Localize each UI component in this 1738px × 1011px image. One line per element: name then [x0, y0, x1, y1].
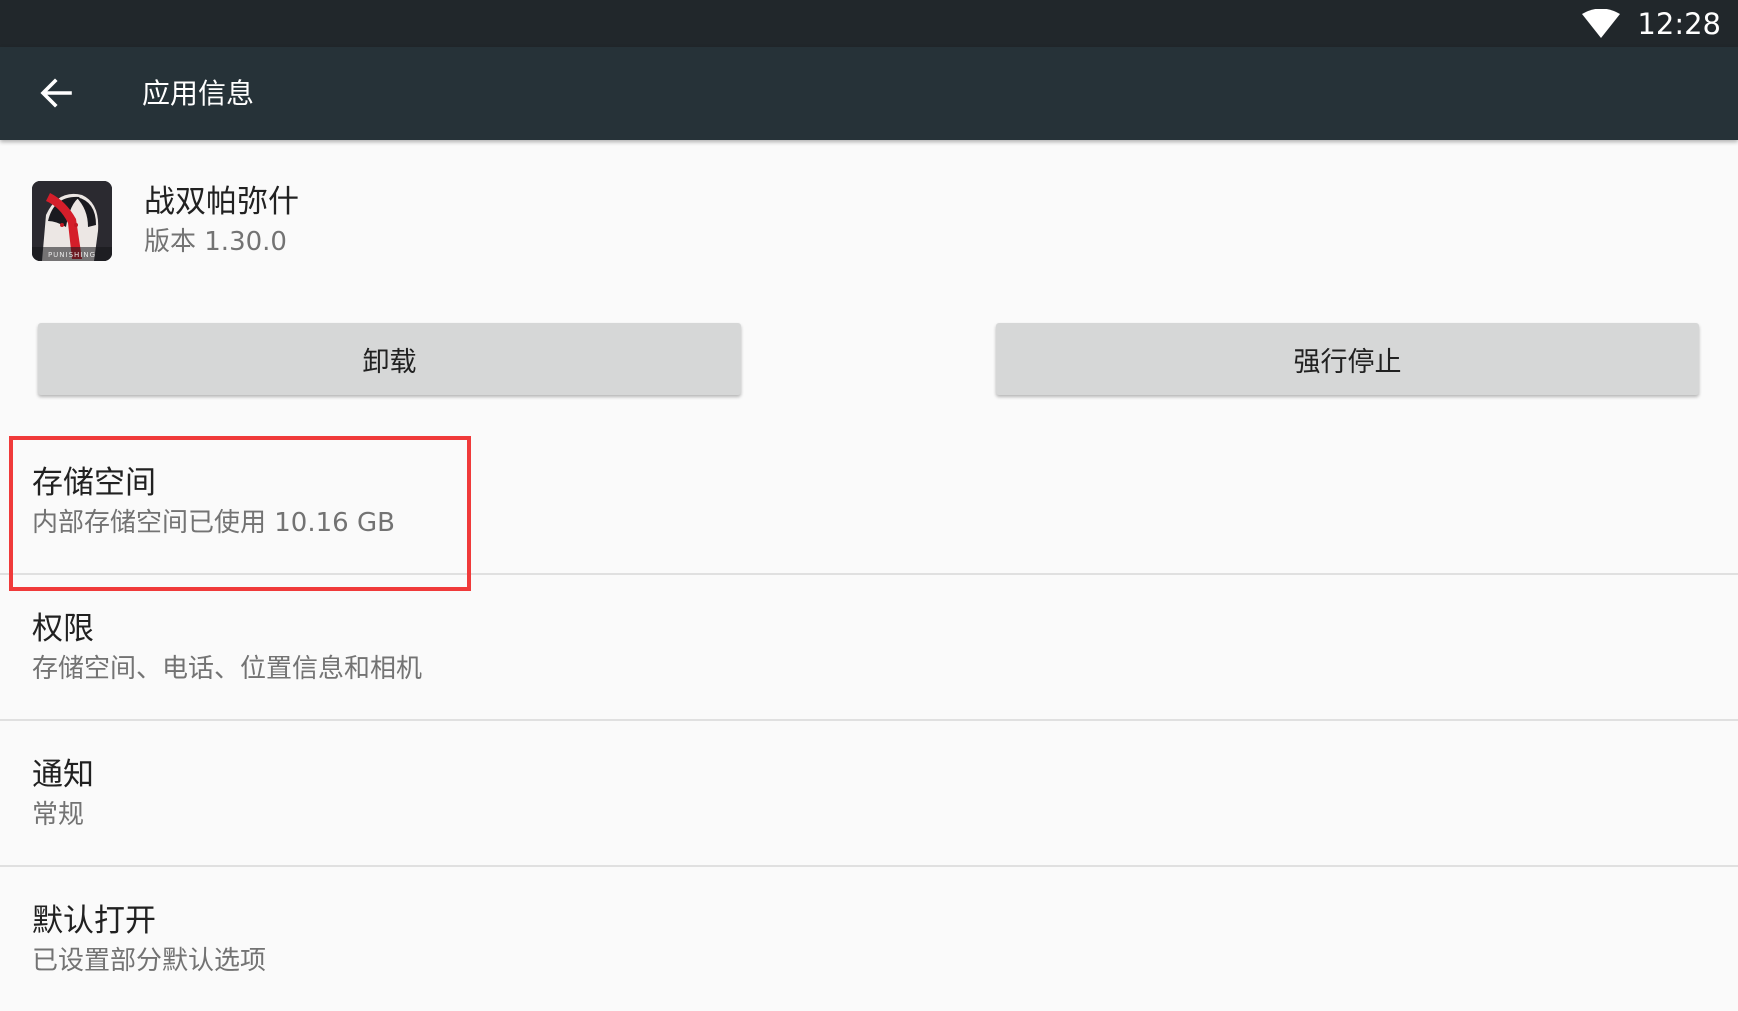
settings-item-permissions[interactable]: 权限 存储空间、电话、位置信息和相机: [0, 574, 1738, 719]
settings-item-title: 默认打开: [32, 903, 156, 939]
status-time: 12:28: [1637, 7, 1721, 41]
status-bar: 12:28: [0, 0, 1738, 47]
app-icon: PUNISHING: [32, 181, 112, 261]
settings-item-subtitle: 存储空间、电话、位置信息和相机: [32, 654, 423, 684]
arrow-left-icon: [40, 78, 72, 108]
svg-text:PUNISHING: PUNISHING: [48, 251, 96, 259]
settings-item-title: 通知: [32, 757, 94, 793]
settings-item-subtitle: 已设置部分默认选项: [32, 946, 267, 976]
force-stop-button[interactable]: 强行停止: [996, 323, 1699, 395]
settings-item-title: 权限: [32, 611, 94, 647]
app-version: 版本 1.30.0: [144, 227, 287, 257]
settings-item-open-by-default[interactable]: 默认打开 已设置部分默认选项: [0, 866, 1738, 1011]
app-name: 战双帕弥什: [144, 184, 299, 220]
app-header: PUNISHING 战双帕弥什 版本 1.30.0: [0, 140, 1738, 300]
settings-item-storage[interactable]: 存储空间 内部存储空间已使用 10.16 GB: [0, 428, 1738, 573]
app-bar: 应用信息: [0, 47, 1738, 140]
settings-item-subtitle: 内部存储空间已使用 10.16 GB: [32, 508, 395, 538]
uninstall-button[interactable]: 卸载: [38, 323, 741, 395]
wifi-icon: [1582, 9, 1620, 38]
page-title: 应用信息: [142, 77, 255, 110]
settings-item-subtitle: 常规: [32, 800, 85, 830]
back-button[interactable]: [24, 67, 88, 121]
settings-item-title: 存储空间: [32, 465, 156, 501]
settings-item-notifications[interactable]: 通知 常规: [0, 720, 1738, 865]
